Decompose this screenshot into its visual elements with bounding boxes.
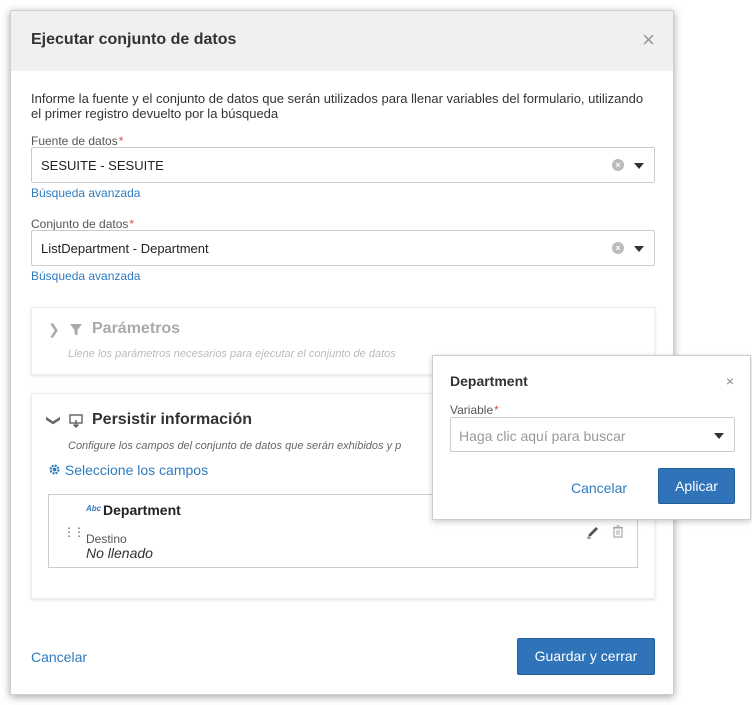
variable-select[interactable]: Haga clic aquí para buscar — [450, 417, 735, 452]
dataset-label: Conjunto de datos* — [31, 217, 134, 231]
dataset-advanced-search-link[interactable]: Búsqueda avanzada — [31, 269, 140, 283]
popover-title: Department — [450, 373, 528, 389]
filter-icon — [69, 323, 83, 342]
parameters-title: Parámetros — [92, 320, 181, 337]
save-and-close-button[interactable]: Guardar y cerrar — [517, 638, 655, 675]
dataset-value: ListDepartment - Department — [41, 241, 209, 256]
field-name: Department — [103, 502, 181, 518]
edit-icon[interactable] — [586, 525, 600, 544]
cancel-link[interactable]: Cancelar — [31, 649, 87, 665]
clear-icon[interactable]: × — [612, 242, 624, 254]
drag-handle-icon[interactable]: ⋮⋮ — [63, 525, 85, 539]
variable-label: Variable* — [450, 403, 499, 417]
dataset-label-text: Conjunto de datos — [31, 217, 129, 231]
select-fields-link[interactable]: Seleccione los campos — [48, 462, 208, 478]
dialog-title: Ejecutar conjunto de datos — [31, 31, 237, 48]
parameters-subtitle: Llene los parámetros necesarios para eje… — [68, 348, 396, 360]
variable-label-text: Variable — [450, 403, 494, 417]
apply-button[interactable]: Aplicar — [658, 468, 735, 504]
data-source-select[interactable]: SESUITE - SESUITE × — [31, 147, 655, 183]
data-source-label: Fuente de datos* — [31, 134, 123, 148]
caret-down-icon[interactable] — [634, 246, 644, 252]
data-source-label-text: Fuente de datos — [31, 134, 118, 148]
required-marker: * — [118, 134, 124, 148]
intro-text: Informe la fuente y el conjunto de datos… — [31, 91, 644, 121]
persist-title: Persistir información — [92, 411, 253, 428]
data-source-advanced-search-link[interactable]: Búsqueda avanzada — [31, 186, 140, 200]
destination-label: Destino — [86, 532, 127, 546]
persist-subtitle: Configure los campos del conjunto de dat… — [68, 440, 402, 452]
required-marker: * — [494, 403, 499, 417]
close-icon[interactable]: × — [726, 373, 734, 389]
data-source-value: SESUITE - SESUITE — [41, 158, 164, 173]
chevron-right-icon[interactable]: ❯ — [48, 321, 60, 338]
select-fields-label: Seleccione los campos — [64, 462, 209, 478]
trash-icon[interactable] — [612, 525, 624, 543]
persist-icon — [69, 414, 83, 433]
execute-dataset-dialog: Ejecutar conjunto de datos × Informe la … — [10, 10, 674, 695]
close-icon[interactable]: × — [642, 27, 655, 53]
dataset-select[interactable]: ListDepartment - Department × — [31, 230, 655, 266]
gear-icon — [48, 462, 65, 478]
popover-cancel-link[interactable]: Cancelar — [571, 480, 627, 496]
caret-down-icon[interactable] — [634, 163, 644, 169]
dialog-header: Ejecutar conjunto de datos × — [11, 11, 673, 71]
clear-icon[interactable]: × — [612, 159, 624, 171]
destination-value: No llenado — [86, 545, 153, 561]
variable-popover: Department × Variable* Haga clic aquí pa… — [432, 355, 751, 520]
chevron-down-icon[interactable]: ❯ — [45, 415, 62, 427]
text-type-icon: Abc — [86, 504, 102, 513]
caret-down-icon[interactable] — [714, 433, 724, 439]
variable-placeholder: Haga clic aquí para buscar — [459, 428, 626, 444]
required-marker: * — [129, 217, 135, 231]
